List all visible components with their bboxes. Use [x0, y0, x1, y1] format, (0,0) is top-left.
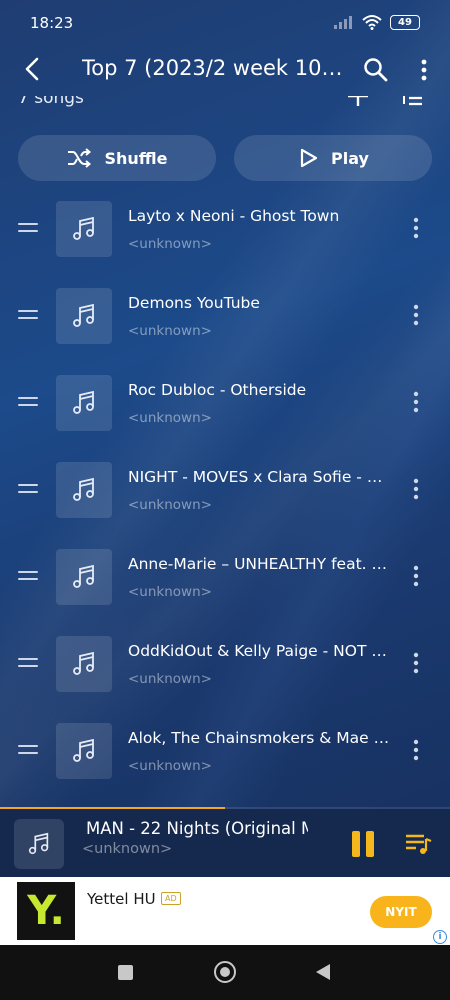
search-icon[interactable] — [362, 56, 390, 84]
drag-handle-icon[interactable] — [18, 310, 38, 322]
more-vertical-icon[interactable] — [414, 56, 434, 84]
pause-icon[interactable] — [352, 831, 374, 857]
top-app-bar: Top 7 (2023/2 week 10-... — [0, 44, 450, 96]
shuffle-icon — [68, 148, 92, 168]
drag-handle-icon[interactable] — [18, 658, 38, 670]
music-note-icon — [73, 303, 94, 327]
song-artist: <unknown> — [128, 323, 212, 339]
song-artist: <unknown> — [128, 671, 212, 687]
playlist-info-row: 7 songs — [0, 96, 450, 114]
song-row[interactable]: Layto x Neoni - Ghost Town <unknown> — [0, 186, 450, 273]
song-row[interactable]: Demons YouTube <unknown> — [0, 273, 450, 360]
ad-logo: Y. — [17, 882, 75, 940]
song-more-icon[interactable] — [408, 563, 424, 589]
play-button[interactable]: Play — [234, 135, 432, 181]
song-row[interactable]: Alok, The Chainsmokers & Mae Ste... <unk… — [0, 708, 450, 795]
song-title: OddKidOut & Kelly Paige - NOT TH... — [128, 642, 390, 660]
song-artist: <unknown> — [128, 410, 212, 426]
now-playing-artwork — [14, 819, 64, 869]
battery-indicator: 49 — [390, 14, 420, 30]
song-more-icon[interactable] — [408, 650, 424, 676]
shuffle-button[interactable]: Shuffle — [18, 135, 216, 181]
ad-badge: AD — [161, 892, 181, 905]
song-artist: <unknown> — [128, 758, 212, 774]
music-note-icon — [28, 832, 49, 855]
song-artist: <unknown> — [128, 236, 212, 252]
song-title: Anne-Marie – UNHEALTHY feat. S... — [128, 555, 390, 573]
status-icons: 49 — [334, 14, 420, 30]
music-note-icon — [73, 216, 94, 240]
ad-banner[interactable]: Y. Yettel HU AD NYIT i — [0, 877, 450, 945]
song-title: Layto x Neoni - Ghost Town — [128, 207, 340, 225]
drag-handle-icon[interactable] — [18, 397, 38, 409]
play-icon — [300, 148, 318, 168]
song-row[interactable]: NIGHT - MOVES x Clara Sofie - Oxy... <un… — [0, 447, 450, 534]
add-icon[interactable] — [346, 96, 370, 108]
now-playing-title: MAN - 22 Nights (Original M — [86, 819, 308, 838]
ad-advertiser-name: Yettel HU — [87, 890, 156, 908]
music-note-icon — [73, 651, 94, 675]
music-note-icon — [73, 477, 94, 501]
ad-cta-button[interactable]: NYIT — [370, 896, 432, 928]
status-time: 18:23 — [30, 14, 74, 32]
song-title: Roc Dubloc - Otherside — [128, 381, 307, 399]
song-more-icon[interactable] — [408, 215, 424, 241]
song-artist: <unknown> — [128, 497, 212, 513]
music-note-icon — [73, 738, 94, 762]
home-icon[interactable] — [214, 961, 236, 983]
nav-back-icon[interactable] — [316, 964, 330, 980]
system-nav-bar — [0, 945, 450, 1000]
song-artist: <unknown> — [128, 584, 212, 600]
drag-handle-icon[interactable] — [18, 223, 38, 235]
song-more-icon[interactable] — [408, 302, 424, 328]
back-arrow-icon[interactable] — [18, 54, 48, 84]
song-title: Demons YouTube — [128, 294, 260, 312]
playlist-title: Top 7 (2023/2 week 10-... — [82, 56, 344, 80]
song-count: 7 songs — [18, 96, 84, 108]
song-row[interactable]: Anne-Marie – UNHEALTHY feat. S... <unkno… — [0, 534, 450, 621]
queue-icon[interactable] — [404, 831, 432, 857]
shuffle-label: Shuffle — [104, 148, 168, 168]
song-title: Alok, The Chainsmokers & Mae Ste... — [128, 729, 390, 747]
ad-info-icon[interactable]: i — [433, 930, 447, 944]
drag-handle-icon[interactable] — [18, 571, 38, 583]
drag-handle-icon[interactable] — [18, 484, 38, 496]
song-row[interactable]: Roc Dubloc - Otherside <unknown> — [0, 360, 450, 447]
song-artwork — [56, 201, 112, 257]
mini-player[interactable]: MAN - 22 Nights (Original M <unknown> — [0, 809, 450, 877]
recents-icon[interactable] — [118, 965, 133, 980]
song-artwork — [56, 636, 112, 692]
sort-icon[interactable] — [400, 96, 424, 108]
music-note-icon — [73, 564, 94, 588]
status-bar: 18:23 49 — [0, 0, 450, 44]
now-playing-artist: <unknown> — [82, 841, 173, 857]
drag-handle-icon[interactable] — [18, 745, 38, 757]
song-row[interactable]: OddKidOut & Kelly Paige - NOT TH... <unk… — [0, 621, 450, 708]
signal-icon — [334, 16, 352, 29]
play-label: Play — [331, 148, 369, 168]
song-artwork — [56, 375, 112, 431]
song-more-icon[interactable] — [408, 737, 424, 763]
song-more-icon[interactable] — [408, 476, 424, 502]
song-artwork — [56, 723, 112, 779]
song-more-icon[interactable] — [408, 389, 424, 415]
song-artwork — [56, 462, 112, 518]
song-artwork — [56, 549, 112, 605]
song-artwork — [56, 288, 112, 344]
music-note-icon — [73, 390, 94, 414]
song-title: NIGHT - MOVES x Clara Sofie - Oxy... — [128, 468, 390, 486]
wifi-icon — [362, 15, 382, 30]
